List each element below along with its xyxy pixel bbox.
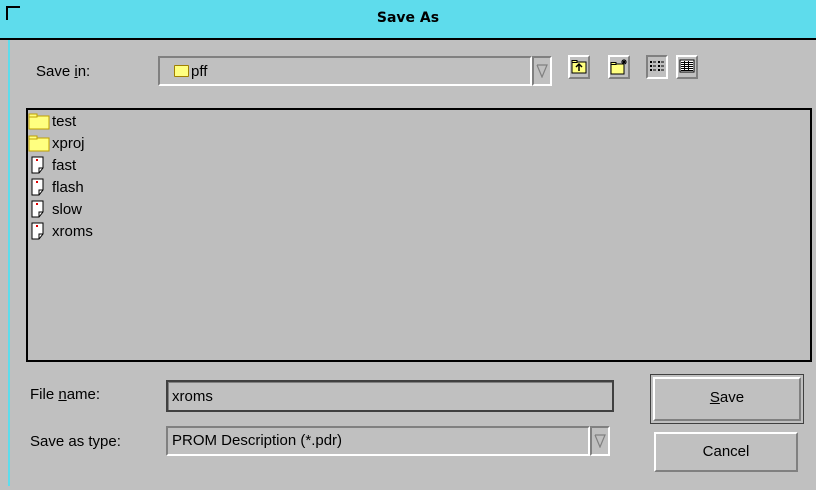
document-icon	[31, 178, 44, 196]
save-button[interactable]: Save	[650, 374, 804, 424]
folder-up-icon	[571, 60, 587, 74]
save-in-combobox[interactable]: pff	[158, 56, 532, 86]
file-list-item[interactable]: xroms	[28, 220, 810, 242]
file-list-item[interactable]: flash	[28, 176, 810, 198]
folder-list-item[interactable]: test	[28, 110, 810, 132]
save-in-dropdown-button[interactable]	[532, 56, 552, 86]
file-item-label: fast	[52, 156, 77, 174]
document-icon	[31, 222, 44, 240]
file-item-label: slow	[52, 200, 83, 218]
file-item-label: xproj	[52, 134, 85, 152]
file-items: test xproj fast flash slow xroms	[28, 110, 810, 242]
folder-icon	[28, 135, 50, 152]
create-new-folder-button[interactable]	[608, 55, 630, 79]
file-list-item[interactable]: fast	[28, 154, 810, 176]
folder-list-item[interactable]: xproj	[28, 132, 810, 154]
document-icon	[31, 200, 44, 218]
details-view-icon	[679, 59, 695, 73]
document-icon	[31, 156, 44, 174]
details-view-button[interactable]	[676, 55, 698, 79]
save-as-dialog: Save As Save in: pff test xproj fast fla…	[0, 0, 816, 490]
file-name-input[interactable]	[166, 380, 614, 412]
up-one-level-button[interactable]	[568, 55, 590, 79]
file-item-label: xroms	[52, 222, 93, 240]
folder-icon	[174, 65, 189, 77]
save-as-type-label: Save as type:	[30, 433, 121, 450]
save-as-type-dropdown-button[interactable]	[590, 426, 610, 456]
cancel-button[interactable]: Cancel	[654, 432, 798, 472]
save-in-value: pff	[191, 63, 208, 80]
file-item-label: flash	[52, 178, 84, 196]
chevron-down-icon	[536, 64, 548, 78]
chevron-down-icon	[594, 434, 606, 448]
list-view-icon	[650, 61, 664, 71]
title-bar[interactable]: Save As	[0, 0, 816, 40]
window-left-border	[8, 40, 10, 486]
file-item-label: test	[52, 112, 77, 130]
file-list[interactable]: test xproj fast flash slow xroms	[26, 108, 812, 362]
file-list-item[interactable]: slow	[28, 198, 810, 220]
file-name-label: File name:	[30, 386, 101, 403]
save-in-label: Save in:	[36, 63, 91, 80]
window-title: Save As	[376, 10, 440, 26]
save-as-type-value: PROM Description (*.pdr)	[172, 432, 343, 449]
new-folder-icon	[610, 59, 627, 75]
list-view-button[interactable]	[646, 55, 668, 79]
save-as-type-combobox[interactable]: PROM Description (*.pdr)	[166, 426, 590, 456]
folder-icon	[28, 113, 50, 130]
